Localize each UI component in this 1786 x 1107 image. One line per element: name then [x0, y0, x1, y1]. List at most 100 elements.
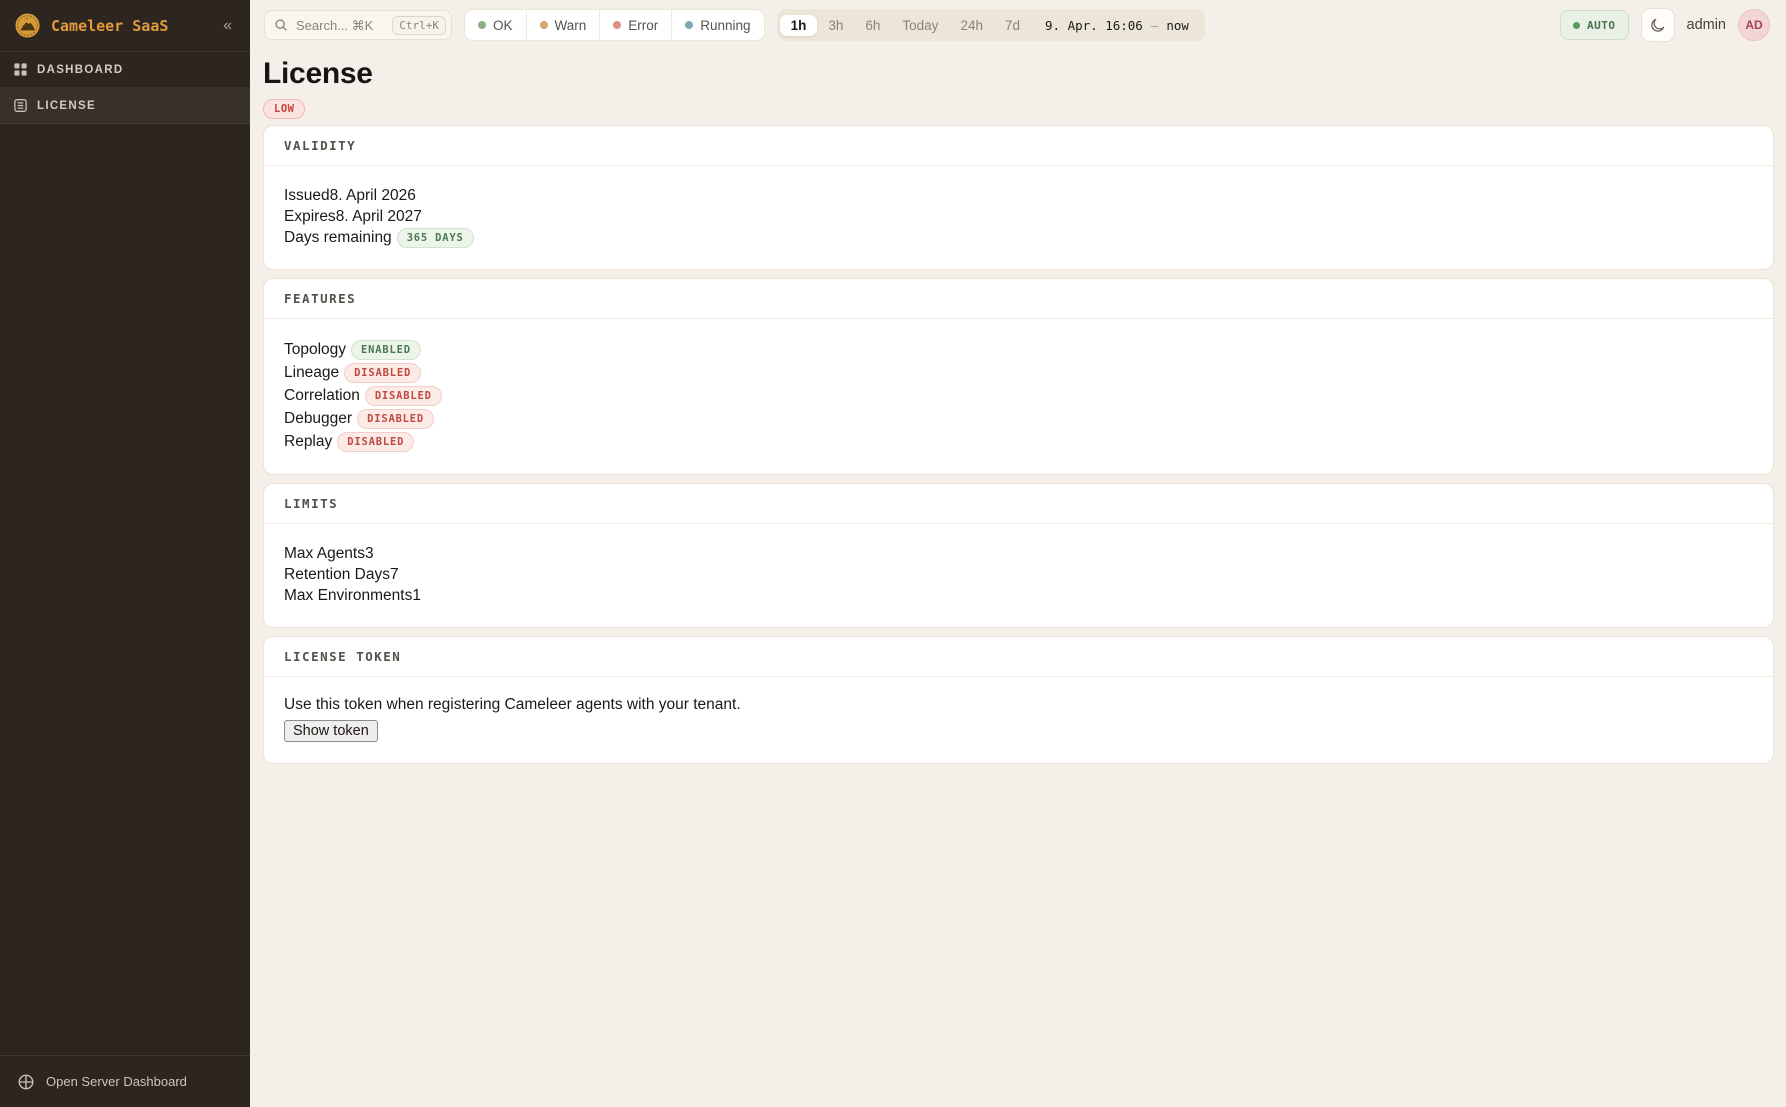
time-range-from: 9. Apr. 16:06 — [1045, 18, 1143, 33]
sidebar-nav: DASHBOARD LICENSE — [0, 52, 250, 124]
open-server-dashboard-link[interactable]: Open Server Dashboard — [0, 1055, 250, 1107]
status-badge: 365 DAYS — [397, 228, 474, 248]
page-title: License — [263, 57, 1774, 90]
row-value: 1 — [412, 587, 421, 605]
auto-badge-label: AUTO — [1587, 19, 1616, 32]
validity-card: VALIDITY Issued8. April 2026Expires8. Ap… — [263, 125, 1774, 270]
detail-row: Debugger DISABLED — [284, 407, 1753, 430]
license-token-body: Use this token when registering Cameleer… — [264, 677, 1773, 763]
user-avatar[interactable]: AD — [1738, 9, 1770, 41]
license-icon — [13, 98, 28, 113]
auto-status-dot-icon — [1573, 22, 1580, 29]
status-dot-icon — [685, 21, 693, 29]
sidebar: Cameleer SaaS « DASHBOARD LICENSE Open Se… — [0, 0, 250, 1107]
main-area: Ctrl+K OK Warn Error Running 1h3h6hToday24h… — [250, 0, 1786, 1107]
limits-body: Max Agents3Retention Days7Max Environmen… — [264, 524, 1773, 627]
theme-toggle-button[interactable] — [1641, 8, 1675, 42]
time-range-1h[interactable]: 1h — [780, 15, 818, 36]
status-filter-group: OK Warn Error Running — [464, 9, 765, 41]
row-label: Max Agents — [284, 545, 365, 563]
status-dot-icon — [540, 21, 548, 29]
detail-row: Days remaining365 DAYS — [284, 227, 1753, 248]
show-token-button[interactable]: Show token — [284, 720, 378, 742]
row-label: Debugger — [284, 410, 352, 428]
validity-header: VALIDITY — [264, 126, 1773, 166]
license-token-header: LICENSE TOKEN — [264, 637, 1773, 677]
detail-row: Topology ENABLED — [284, 338, 1753, 361]
status-filter-label: Running — [700, 18, 750, 33]
status-filter-label: Error — [628, 18, 658, 33]
row-value: 7 — [390, 566, 399, 584]
features-header: FEATURES — [264, 279, 1773, 319]
open-server-dashboard-label: Open Server Dashboard — [46, 1074, 187, 1089]
status-filter-error[interactable]: Error — [600, 10, 672, 40]
sidebar-item-dashboard[interactable]: DASHBOARD — [0, 52, 250, 88]
row-label: Topology — [284, 341, 346, 359]
page-content: License LOW VALIDITY Issued8. April 2026… — [250, 48, 1786, 764]
search-box[interactable]: Ctrl+K — [264, 10, 452, 40]
status-badge: DISABLED — [337, 432, 414, 452]
sidebar-item-license[interactable]: LICENSE — [0, 88, 250, 124]
validity-body: Issued8. April 2026Expires8. April 2027D… — [264, 166, 1773, 269]
detail-row: Correlation DISABLED — [284, 384, 1753, 407]
row-label: Lineage — [284, 364, 339, 382]
status-badge: DISABLED — [365, 386, 442, 406]
search-shortcut-kbd: Ctrl+K — [392, 16, 446, 35]
detail-row: Retention Days7 — [284, 564, 1753, 585]
license-token-description: Use this token when registering Cameleer… — [284, 696, 1753, 714]
row-label: Retention Days — [284, 566, 390, 584]
status-filter-running[interactable]: Running — [672, 10, 763, 40]
detail-row: Issued8. April 2026 — [284, 185, 1753, 206]
time-range-separator: – — [1151, 18, 1159, 33]
row-label: Max Environments — [284, 587, 412, 605]
time-range-7d[interactable]: 7d — [994, 15, 1031, 36]
license-token-card: LICENSE TOKEN Use this token when regist… — [263, 636, 1774, 764]
sidebar-header: Cameleer SaaS « — [0, 0, 250, 52]
username-label: admin — [1687, 17, 1727, 33]
detail-row: Lineage DISABLED — [284, 361, 1753, 384]
sidebar-item-label: DASHBOARD — [37, 64, 123, 76]
limits-header: LIMITS — [264, 484, 1773, 524]
time-range-group: 1h3h6hToday24h7d 9. Apr. 16:06 – now — [777, 9, 1205, 41]
app-logo-camel-coin-icon — [14, 12, 41, 39]
row-value: 8. April 2027 — [336, 208, 422, 226]
row-label: Correlation — [284, 387, 360, 405]
row-label: Expires — [284, 208, 336, 226]
time-range-3h[interactable]: 3h — [817, 15, 854, 36]
row-label: Replay — [284, 433, 332, 451]
globe-icon — [17, 1073, 35, 1091]
status-badge: DISABLED — [344, 363, 421, 383]
detail-row: Expires8. April 2027 — [284, 206, 1753, 227]
status-filter-warn[interactable]: Warn — [527, 10, 601, 40]
moon-icon — [1649, 17, 1666, 34]
row-label: Issued — [284, 187, 330, 205]
status-dot-icon — [478, 21, 486, 29]
status-badge: ENABLED — [351, 340, 421, 360]
topbar: Ctrl+K OK Warn Error Running 1h3h6hToday24h… — [250, 0, 1786, 48]
time-range-to: now — [1166, 18, 1189, 33]
row-value: 8. April 2026 — [330, 187, 416, 205]
status-filter-label: Warn — [555, 18, 587, 33]
auto-refresh-badge[interactable]: AUTO — [1560, 10, 1629, 40]
status-filter-ok[interactable]: OK — [465, 10, 527, 40]
status-dot-icon — [613, 21, 621, 29]
status-badge: DISABLED — [357, 409, 434, 429]
time-range-6h[interactable]: 6h — [854, 15, 891, 36]
license-level-badge: LOW — [263, 99, 305, 119]
limits-card: LIMITS Max Agents3Retention Days7Max Env… — [263, 483, 1774, 628]
time-range-24h[interactable]: 24h — [949, 15, 994, 36]
detail-row: Max Environments1 — [284, 585, 1753, 606]
row-value: 3 — [365, 545, 374, 563]
detail-row: Max Agents3 — [284, 543, 1753, 564]
app-title: Cameleer SaaS — [51, 17, 168, 35]
search-input[interactable] — [294, 17, 386, 34]
time-range-display[interactable]: 9. Apr. 16:06 – now — [1031, 18, 1202, 33]
detail-row: Replay DISABLED — [284, 430, 1753, 453]
search-icon — [274, 18, 288, 32]
features-body: TopologyENABLEDLineageDISABLEDCorrelatio… — [264, 319, 1773, 474]
chevrons-left-icon[interactable]: « — [219, 16, 236, 36]
status-filter-label: OK — [493, 18, 513, 33]
time-range-today[interactable]: Today — [891, 15, 949, 36]
sidebar-item-label: LICENSE — [37, 100, 96, 112]
features-card: FEATURES TopologyENABLEDLineageDISABLEDC… — [263, 278, 1774, 475]
